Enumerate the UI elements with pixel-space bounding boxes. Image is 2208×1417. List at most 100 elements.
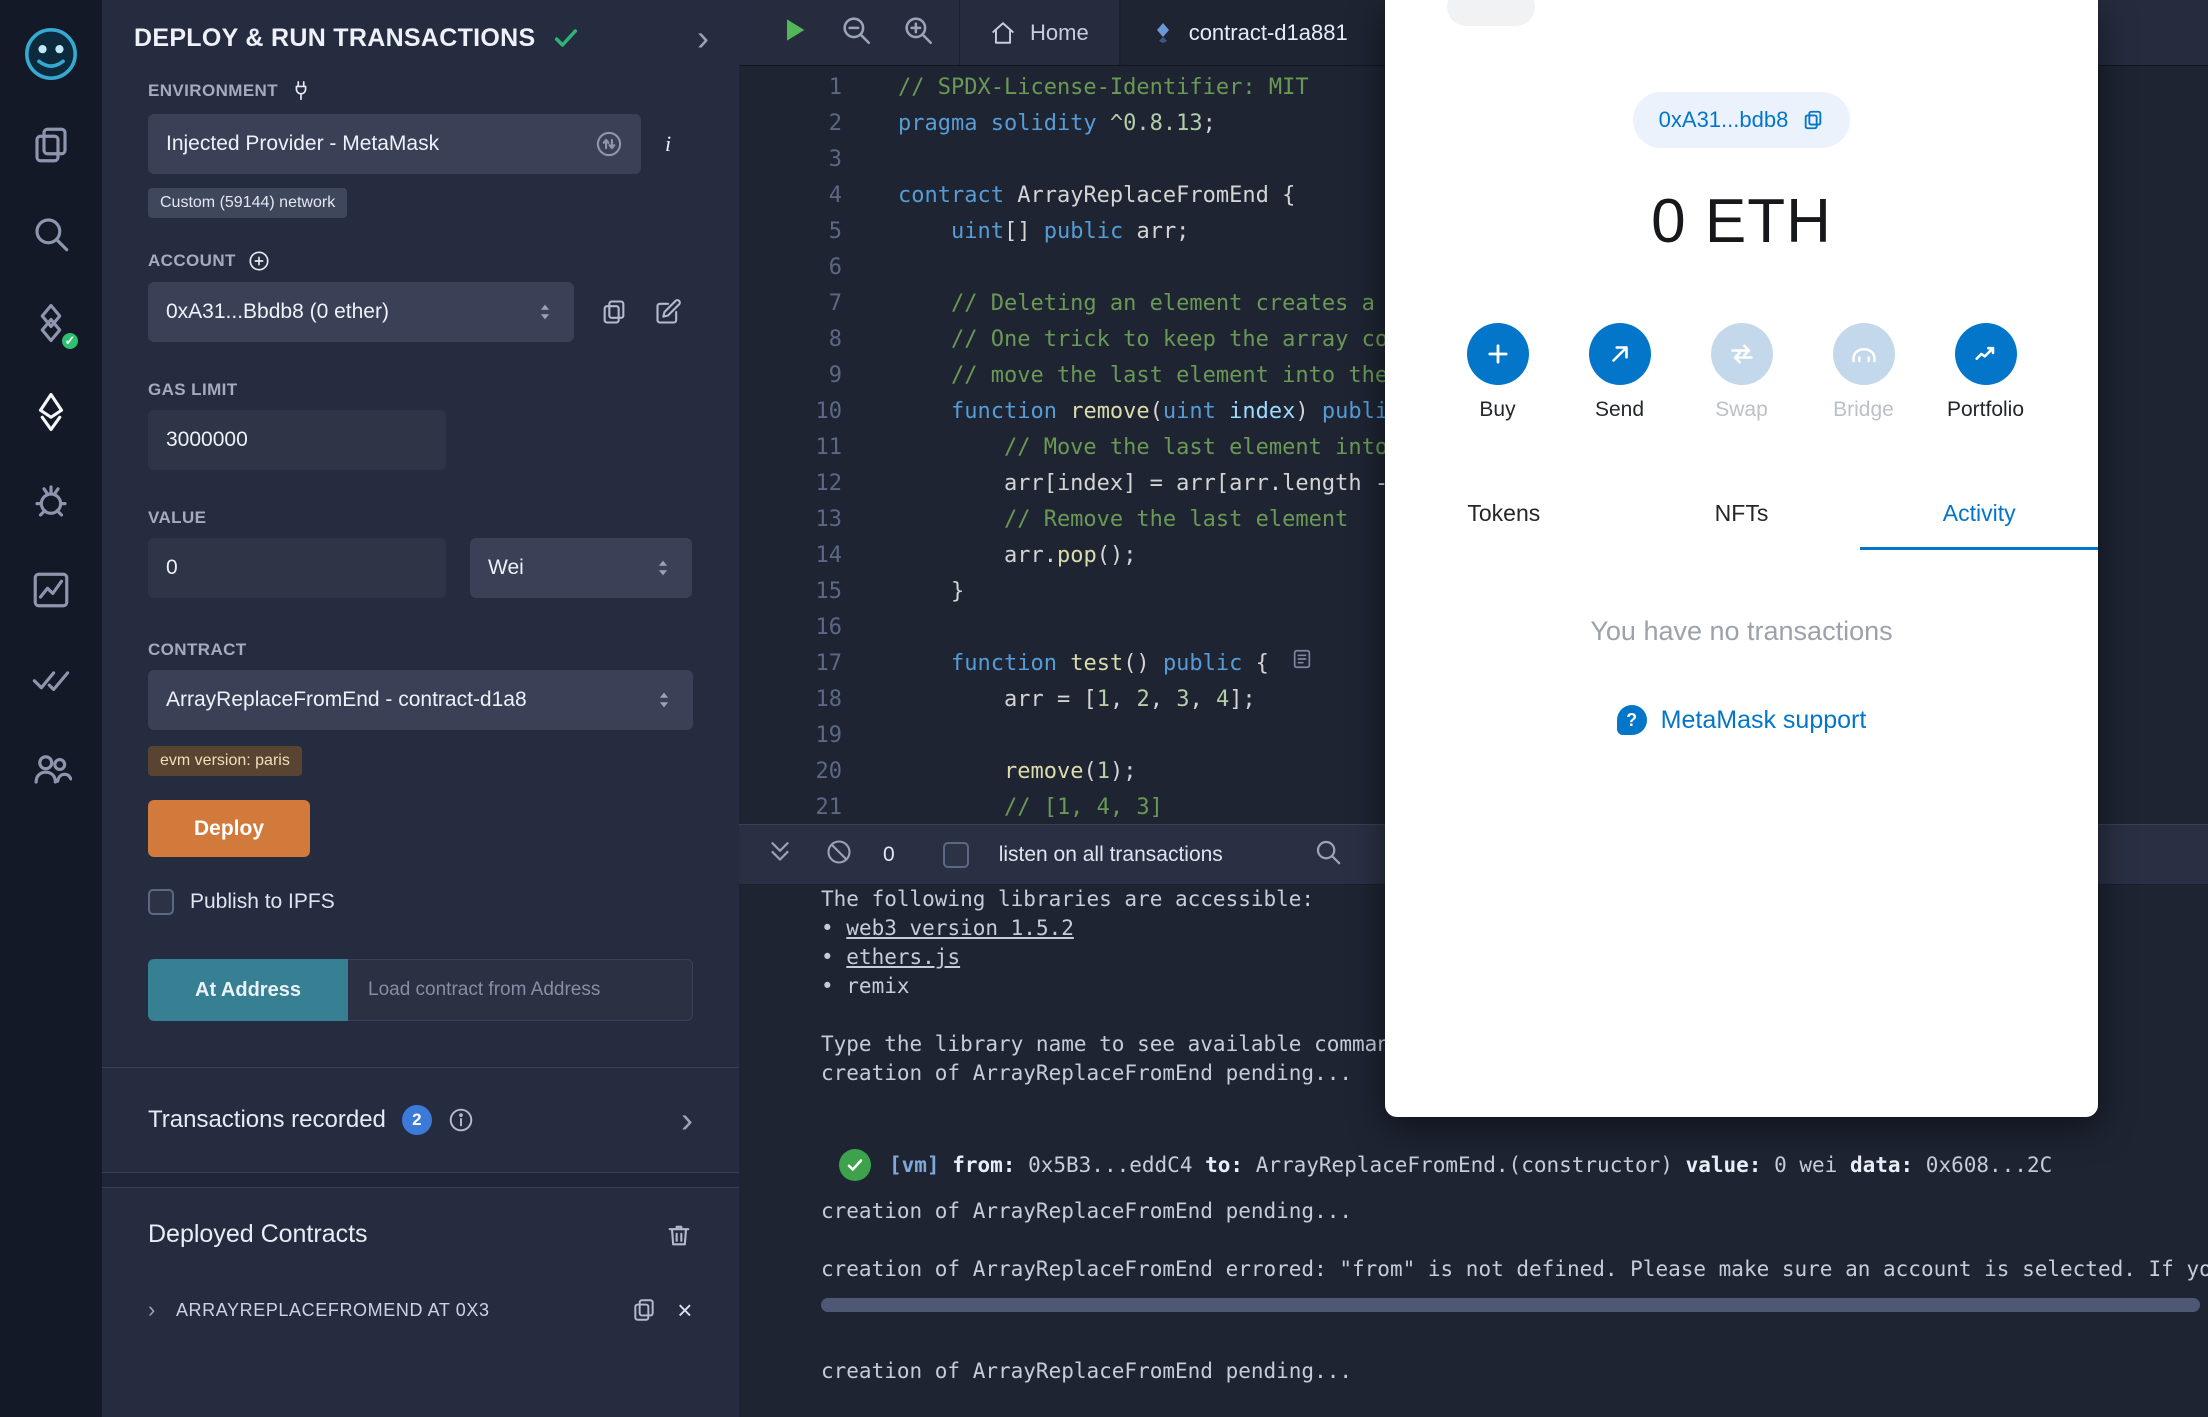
- line-number: 19: [815, 723, 843, 748]
- remove-contract-icon[interactable]: ×: [677, 1297, 693, 1323]
- gas-limit-input[interactable]: [148, 410, 446, 470]
- unit-stepper-icon: [658, 560, 668, 576]
- at-address-input[interactable]: [348, 959, 693, 1021]
- run-script-icon[interactable]: [779, 14, 811, 51]
- terminal-search-icon[interactable]: [1313, 837, 1343, 872]
- line-number: 13: [815, 507, 843, 532]
- unit-testing-icon[interactable]: [0, 634, 102, 723]
- account-label: ACCOUNT: [148, 251, 236, 270]
- action-label: Swap: [1715, 398, 1768, 421]
- line-number: 21: [815, 795, 843, 820]
- transactions-expand-chevron[interactable]: ›: [681, 1102, 693, 1138]
- swap-button: Swap: [1688, 323, 1796, 422]
- gas-estimate-icon: [1291, 646, 1313, 682]
- line-number: 16: [815, 615, 843, 640]
- analytics-icon[interactable]: [0, 545, 102, 634]
- question-icon: ?: [1616, 705, 1647, 735]
- line-number: 8: [828, 327, 842, 352]
- bridge-icon: [1832, 323, 1895, 385]
- contract-stepper-icon: [659, 692, 669, 708]
- line-number: 5: [828, 219, 842, 244]
- tab-nfts[interactable]: NFTs: [1623, 486, 1861, 550]
- terminal-listen-count: 0: [883, 842, 895, 866]
- account-address-pill[interactable]: 0xA31...bdb8: [1632, 92, 1851, 148]
- line-number: 11: [815, 435, 843, 460]
- transactions-count-badge: 2: [401, 1105, 432, 1135]
- terminal-library-link[interactable]: web3 version 1.5.2: [846, 916, 1074, 940]
- account-select[interactable]: 0xA31...Bbdb8 (0 ether): [148, 282, 574, 342]
- search-icon[interactable]: [0, 189, 102, 278]
- line-number: 1: [828, 75, 842, 100]
- tab-home[interactable]: Home: [959, 0, 1120, 65]
- vm-log-text: [vm] from: 0x5B3...eddC4 to: ArrayReplac…: [889, 1153, 2053, 1177]
- deploy-run-panel: DEPLOY & RUN TRANSACTIONS › ENVIRONMENT …: [102, 0, 739, 1417]
- contract-select[interactable]: ArrayReplaceFromEnd - contract-d1a8: [148, 670, 693, 730]
- at-address-button[interactable]: At Address: [148, 959, 348, 1021]
- action-label: Send: [1594, 398, 1645, 421]
- panel-check-icon: [554, 29, 577, 47]
- swap-icon: [1710, 323, 1773, 385]
- terminal-line: creation of ArrayReplaceFromEnd pending.…: [821, 1359, 1353, 1383]
- transactions-info-icon[interactable]: [448, 1107, 474, 1133]
- zoom-out-icon[interactable]: [839, 13, 873, 52]
- network-selector-pill[interactable]: [1447, 0, 1535, 26]
- panel-expand-chevron[interactable]: ›: [697, 20, 709, 56]
- line-number: 15: [815, 579, 843, 604]
- listen-transactions-checkbox[interactable]: [942, 841, 969, 868]
- copy-account-icon[interactable]: [600, 298, 628, 326]
- value-unit-select[interactable]: Wei: [470, 538, 692, 598]
- publish-ipfs-checkbox[interactable]: [148, 889, 174, 915]
- file-explorer-icon[interactable]: [0, 100, 102, 189]
- line-number: 2: [828, 111, 842, 136]
- solidity-compiler-icon[interactable]: ✓: [0, 278, 102, 367]
- wallet-tabs: Tokens NFTs Activity: [1385, 486, 2099, 550]
- terminal-horizontal-scrollbar[interactable]: [821, 1298, 2200, 1312]
- deploy-button[interactable]: Deploy: [148, 800, 310, 857]
- clear-deployed-trash-icon[interactable]: [665, 1221, 693, 1249]
- value-input[interactable]: [148, 538, 446, 598]
- metamask-support-link[interactable]: ? MetaMask support: [1385, 705, 2098, 735]
- line-number: 20: [815, 759, 843, 784]
- portfolio-button[interactable]: Portfolio: [1932, 323, 2040, 422]
- add-account-icon[interactable]: [248, 250, 270, 272]
- tab-activity[interactable]: Activity: [1860, 486, 2099, 550]
- icon-rail: ✓: [0, 0, 102, 1417]
- line-number: 18: [815, 687, 843, 712]
- environment-info-icon[interactable]: i: [665, 131, 671, 157]
- publish-ipfs-label: Publish to IPFS: [190, 890, 335, 913]
- tab-tokens[interactable]: Tokens: [1385, 486, 1623, 550]
- listen-transactions-label: listen on all transactions: [998, 842, 1223, 866]
- action-label: Buy: [1479, 398, 1516, 421]
- expand-terminal-icon[interactable]: [765, 837, 795, 872]
- debugger-icon[interactable]: [0, 456, 102, 545]
- contract-label: CONTRACT: [148, 640, 247, 659]
- expand-contract-chevron[interactable]: ›: [148, 1297, 156, 1323]
- evm-version-badge: evm version: paris: [148, 746, 302, 776]
- line-number: 4: [828, 183, 842, 208]
- terminal-library-link[interactable]: ethers.js: [846, 945, 960, 969]
- buy-button[interactable]: Buy: [1444, 323, 1552, 422]
- remix-logo[interactable]: [0, 8, 102, 100]
- send-button[interactable]: Send: [1566, 323, 1674, 422]
- solidity-file-icon: [1156, 22, 1169, 43]
- vm-transaction-log[interactable]: [vm] from: 0x5B3...eddC4 to: ArrayReplac…: [839, 1145, 2208, 1185]
- plug-icon: [295, 81, 307, 101]
- deployed-contract-row[interactable]: › ARRAYREPLACEFROMEND AT 0X3 ×: [148, 1297, 693, 1323]
- terminal-line: creation of ArrayReplaceFromEnd pending.…: [821, 1199, 1353, 1223]
- zoom-in-icon[interactable]: [901, 13, 935, 52]
- edit-account-icon[interactable]: [654, 298, 682, 326]
- environment-select[interactable]: Injected Provider - MetaMask: [148, 114, 641, 174]
- gas-limit-label: GAS LIMIT: [148, 380, 238, 399]
- panel-body: ENVIRONMENT Injected Provider - MetaMask…: [102, 60, 739, 1323]
- wallet-actions: Buy Send Swap Bridge Portfolio: [1385, 323, 2098, 422]
- clear-console-icon[interactable]: [825, 838, 853, 871]
- account-stepper-icon: [540, 304, 550, 320]
- deploy-run-icon[interactable]: [0, 367, 102, 456]
- environment-label: ENVIRONMENT: [148, 81, 279, 100]
- line-number: 7: [828, 291, 842, 316]
- copy-contract-icon[interactable]: [631, 1297, 657, 1323]
- line-number: 6: [828, 255, 842, 280]
- line-number: 10: [815, 399, 843, 424]
- plugin-manager-icon[interactable]: [0, 723, 102, 812]
